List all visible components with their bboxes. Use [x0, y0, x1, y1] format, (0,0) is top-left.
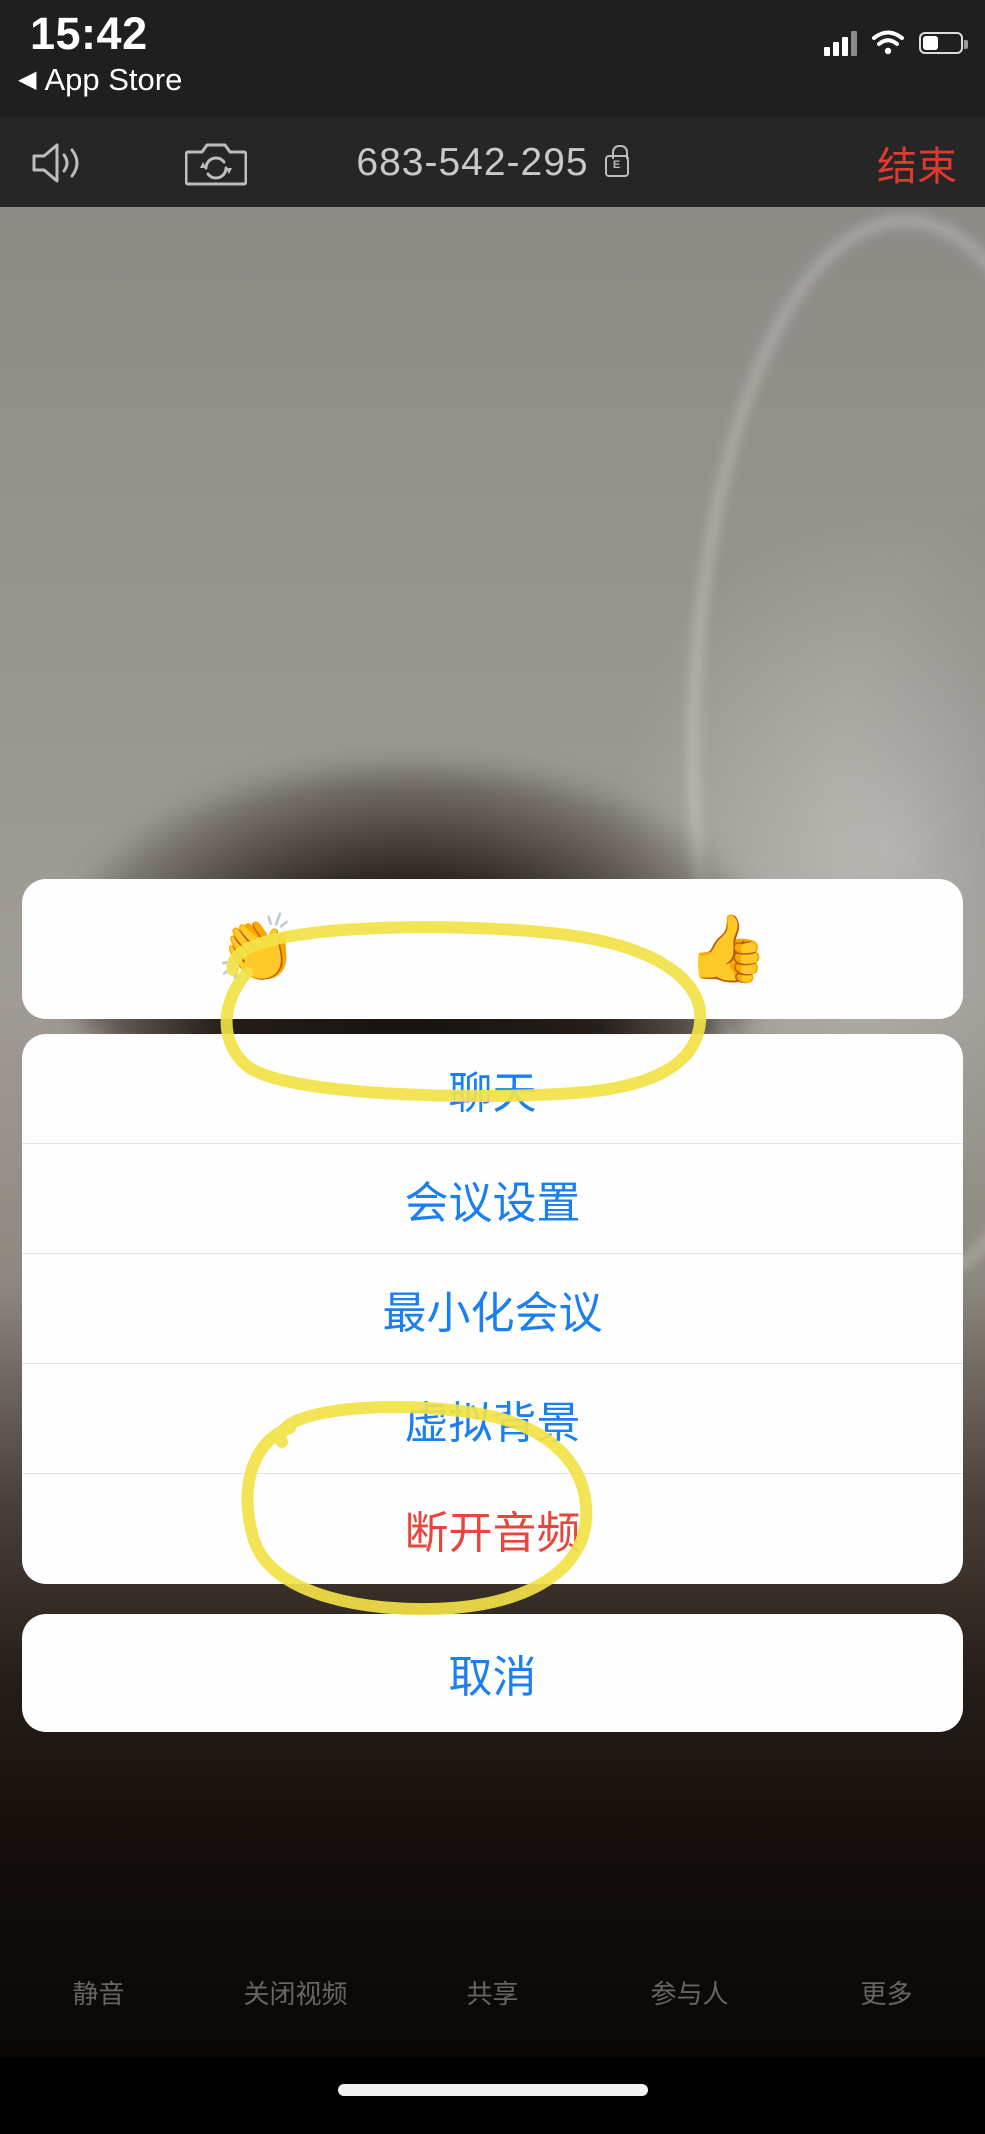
meeting-nav-bar: 683-542-295 E 结束	[0, 118, 985, 207]
home-indicator	[337, 2084, 648, 2096]
menu-item-virtual-background[interactable]: 虚拟背景	[22, 1364, 963, 1474]
menu-label-chat: 聊天	[448, 1068, 537, 1118]
status-bar-clock: 15:42	[30, 8, 148, 59]
toolbar-label-share: 共享	[466, 1979, 519, 2009]
cellular-signal-icon	[824, 30, 857, 56]
toolbar-label-stop-video: 关闭视频	[243, 1979, 348, 2009]
end-meeting-button[interactable]: 结束	[877, 118, 957, 207]
action-sheet-menu: 聊天 会议设置 最小化会议 虚拟背景 断开音频	[22, 1034, 963, 1584]
meeting-bottom-toolbar: 静音 关闭视频 共享 参与人 更多	[0, 1974, 985, 2044]
toolbar-item-share[interactable]: 共享	[394, 1974, 591, 2044]
status-bar-indicators	[824, 30, 968, 56]
lock-letter: E	[612, 159, 621, 171]
toolbar-item-participants[interactable]: 参与人	[591, 1974, 788, 2044]
battery-icon	[919, 32, 968, 54]
wifi-icon	[872, 30, 904, 55]
menu-item-chat[interactable]: 聊天	[22, 1034, 963, 1144]
cancel-label: 取消	[448, 1653, 537, 1702]
reaction-bar: 👏 👍	[22, 879, 963, 1019]
toolbar-label-mute: 静音	[72, 1979, 125, 2009]
menu-item-meeting-settings[interactable]: 会议设置	[22, 1144, 963, 1254]
phone-screen: 静音 关闭视频 共享 参与人 更多 15:42 ◀ App Store 683-…	[0, 0, 985, 2134]
menu-label-disconnect-audio: 断开音频	[404, 1509, 581, 1558]
back-to-app-label: App Store	[44, 62, 183, 97]
menu-item-disconnect-audio[interactable]: 断开音频	[22, 1474, 963, 1584]
menu-label-meeting-settings: 会议设置	[404, 1178, 581, 1228]
end-meeting-label: 结束	[877, 144, 957, 189]
cancel-button[interactable]: 取消	[22, 1614, 963, 1732]
menu-label-virtual-background: 虚拟背景	[404, 1398, 581, 1448]
back-triangle-icon: ◀	[18, 66, 37, 93]
toolbar-item-mute[interactable]: 静音	[0, 1974, 197, 2044]
toolbar-label-participants: 参与人	[650, 1979, 729, 2009]
menu-label-minimize-meeting: 最小化会议	[382, 1288, 603, 1338]
lock-encrypted-icon[interactable]: E	[604, 144, 629, 177]
thumbs-up-reaction[interactable]: 👍	[493, 916, 964, 982]
status-bar: 15:42 ◀ App Store	[0, 0, 985, 118]
menu-item-minimize-meeting[interactable]: 最小化会议	[22, 1254, 963, 1364]
toolbar-item-more[interactable]: 更多	[788, 1974, 985, 2044]
meeting-id-label: 683-542-295	[356, 140, 589, 184]
clapping-hands-reaction[interactable]: 👏	[22, 916, 493, 982]
toolbar-item-stop-video[interactable]: 关闭视频	[197, 1974, 394, 2044]
toolbar-label-more: 更多	[860, 1979, 913, 2009]
back-to-app-store-button[interactable]: ◀ App Store	[18, 62, 182, 98]
meeting-id-container: 683-542-295 E	[0, 118, 985, 207]
